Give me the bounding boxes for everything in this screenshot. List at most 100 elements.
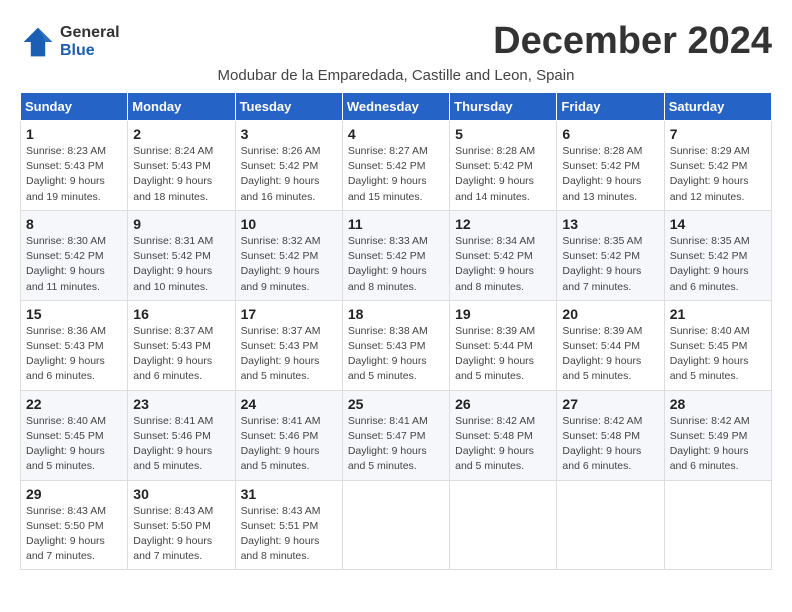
daylight-label: Daylight: 9 hours and 5 minutes. <box>348 355 427 382</box>
sunset-label: Sunset: 5:43 PM <box>133 160 211 172</box>
sunrise-label: Sunrise: 8:41 AM <box>241 415 321 427</box>
day-info: Sunrise: 8:35 AM Sunset: 5:42 PM Dayligh… <box>562 234 658 295</box>
day-number: 13 <box>562 216 658 232</box>
day-info: Sunrise: 8:38 AM Sunset: 5:43 PM Dayligh… <box>348 324 444 385</box>
calendar-cell: 24 Sunrise: 8:41 AM Sunset: 5:46 PM Dayl… <box>235 390 342 480</box>
sunset-label: Sunset: 5:42 PM <box>670 160 748 172</box>
daylight-label: Daylight: 9 hours and 7 minutes. <box>562 265 641 292</box>
day-number: 19 <box>455 306 551 322</box>
day-info: Sunrise: 8:40 AM Sunset: 5:45 PM Dayligh… <box>26 414 122 475</box>
calendar-cell: 8 Sunrise: 8:30 AM Sunset: 5:42 PM Dayli… <box>21 210 128 300</box>
day-info: Sunrise: 8:39 AM Sunset: 5:44 PM Dayligh… <box>455 324 551 385</box>
sunset-label: Sunset: 5:43 PM <box>241 340 319 352</box>
daylight-label: Daylight: 9 hours and 6 minutes. <box>670 265 749 292</box>
calendar-cell: 13 Sunrise: 8:35 AM Sunset: 5:42 PM Dayl… <box>557 210 664 300</box>
day-number: 26 <box>455 396 551 412</box>
sunrise-label: Sunrise: 8:26 AM <box>241 145 321 157</box>
day-info: Sunrise: 8:43 AM Sunset: 5:50 PM Dayligh… <box>26 504 122 565</box>
calendar-cell: 26 Sunrise: 8:42 AM Sunset: 5:48 PM Dayl… <box>450 390 557 480</box>
day-number: 6 <box>562 126 658 142</box>
daylight-label: Daylight: 9 hours and 6 minutes. <box>670 445 749 472</box>
sunset-label: Sunset: 5:43 PM <box>133 340 211 352</box>
sunset-label: Sunset: 5:46 PM <box>133 430 211 442</box>
sunset-label: Sunset: 5:42 PM <box>562 250 640 262</box>
day-info: Sunrise: 8:42 AM Sunset: 5:48 PM Dayligh… <box>455 414 551 475</box>
logo-text: General Blue <box>60 24 120 60</box>
calendar-cell: 19 Sunrise: 8:39 AM Sunset: 5:44 PM Dayl… <box>450 300 557 390</box>
day-info: Sunrise: 8:35 AM Sunset: 5:42 PM Dayligh… <box>670 234 766 295</box>
day-number: 27 <box>562 396 658 412</box>
daylight-label: Daylight: 9 hours and 5 minutes. <box>670 355 749 382</box>
day-number: 3 <box>241 126 337 142</box>
day-number: 11 <box>348 216 444 232</box>
calendar-cell: 20 Sunrise: 8:39 AM Sunset: 5:44 PM Dayl… <box>557 300 664 390</box>
sunset-label: Sunset: 5:47 PM <box>348 430 426 442</box>
sunset-label: Sunset: 5:43 PM <box>26 340 104 352</box>
calendar-cell: 28 Sunrise: 8:42 AM Sunset: 5:49 PM Dayl… <box>664 390 771 480</box>
day-info: Sunrise: 8:42 AM Sunset: 5:48 PM Dayligh… <box>562 414 658 475</box>
day-number: 14 <box>670 216 766 232</box>
calendar-cell: 14 Sunrise: 8:35 AM Sunset: 5:42 PM Dayl… <box>664 210 771 300</box>
day-info: Sunrise: 8:43 AM Sunset: 5:51 PM Dayligh… <box>241 504 337 565</box>
daylight-label: Daylight: 9 hours and 6 minutes. <box>133 355 212 382</box>
calendar-cell: 18 Sunrise: 8:38 AM Sunset: 5:43 PM Dayl… <box>342 300 449 390</box>
sunset-label: Sunset: 5:50 PM <box>133 520 211 532</box>
daylight-label: Daylight: 9 hours and 12 minutes. <box>670 175 749 202</box>
daylight-label: Daylight: 9 hours and 5 minutes. <box>348 445 427 472</box>
daylight-label: Daylight: 9 hours and 5 minutes. <box>26 445 105 472</box>
calendar-cell: 31 Sunrise: 8:43 AM Sunset: 5:51 PM Dayl… <box>235 480 342 570</box>
day-info: Sunrise: 8:26 AM Sunset: 5:42 PM Dayligh… <box>241 144 337 205</box>
day-info: Sunrise: 8:28 AM Sunset: 5:42 PM Dayligh… <box>562 144 658 205</box>
day-info: Sunrise: 8:27 AM Sunset: 5:42 PM Dayligh… <box>348 144 444 205</box>
sunrise-label: Sunrise: 8:40 AM <box>670 325 750 337</box>
day-number: 2 <box>133 126 229 142</box>
sunrise-label: Sunrise: 8:37 AM <box>133 325 213 337</box>
sunset-label: Sunset: 5:48 PM <box>455 430 533 442</box>
day-info: Sunrise: 8:39 AM Sunset: 5:44 PM Dayligh… <box>562 324 658 385</box>
day-number: 16 <box>133 306 229 322</box>
sunrise-label: Sunrise: 8:42 AM <box>670 415 750 427</box>
sunrise-label: Sunrise: 8:23 AM <box>26 145 106 157</box>
sunrise-label: Sunrise: 8:30 AM <box>26 235 106 247</box>
calendar-cell: 9 Sunrise: 8:31 AM Sunset: 5:42 PM Dayli… <box>128 210 235 300</box>
day-number: 25 <box>348 396 444 412</box>
calendar-week-row: 29 Sunrise: 8:43 AM Sunset: 5:50 PM Dayl… <box>21 480 772 570</box>
page-container: General Blue December 2024 Modubar de la… <box>20 20 772 570</box>
sunset-label: Sunset: 5:44 PM <box>455 340 533 352</box>
calendar-week-row: 8 Sunrise: 8:30 AM Sunset: 5:42 PM Dayli… <box>21 210 772 300</box>
day-number: 31 <box>241 486 337 502</box>
day-info: Sunrise: 8:40 AM Sunset: 5:45 PM Dayligh… <box>670 324 766 385</box>
calendar-cell: 10 Sunrise: 8:32 AM Sunset: 5:42 PM Dayl… <box>235 210 342 300</box>
sunrise-label: Sunrise: 8:41 AM <box>348 415 428 427</box>
sunrise-label: Sunrise: 8:28 AM <box>455 145 535 157</box>
day-number: 5 <box>455 126 551 142</box>
sunset-label: Sunset: 5:42 PM <box>26 250 104 262</box>
sunrise-label: Sunrise: 8:35 AM <box>562 235 642 247</box>
weekday-header-wednesday: Wednesday <box>342 93 449 121</box>
sunset-label: Sunset: 5:51 PM <box>241 520 319 532</box>
sunrise-label: Sunrise: 8:40 AM <box>26 415 106 427</box>
daylight-label: Daylight: 9 hours and 6 minutes. <box>26 355 105 382</box>
logo-icon <box>20 24 56 60</box>
calendar-cell <box>342 480 449 570</box>
daylight-label: Daylight: 9 hours and 5 minutes. <box>241 355 320 382</box>
daylight-label: Daylight: 9 hours and 7 minutes. <box>133 535 212 562</box>
daylight-label: Daylight: 9 hours and 18 minutes. <box>133 175 212 202</box>
day-info: Sunrise: 8:31 AM Sunset: 5:42 PM Dayligh… <box>133 234 229 295</box>
sunrise-label: Sunrise: 8:34 AM <box>455 235 535 247</box>
subtitle: Modubar de la Emparedada, Castille and L… <box>20 67 772 84</box>
sunset-label: Sunset: 5:42 PM <box>133 250 211 262</box>
day-info: Sunrise: 8:29 AM Sunset: 5:42 PM Dayligh… <box>670 144 766 205</box>
sunrise-label: Sunrise: 8:37 AM <box>241 325 321 337</box>
day-number: 10 <box>241 216 337 232</box>
day-number: 24 <box>241 396 337 412</box>
day-number: 17 <box>241 306 337 322</box>
calendar-cell: 1 Sunrise: 8:23 AM Sunset: 5:43 PM Dayli… <box>21 121 128 211</box>
day-number: 23 <box>133 396 229 412</box>
weekday-header-tuesday: Tuesday <box>235 93 342 121</box>
daylight-label: Daylight: 9 hours and 13 minutes. <box>562 175 641 202</box>
logo: General Blue <box>20 24 120 60</box>
sunrise-label: Sunrise: 8:39 AM <box>562 325 642 337</box>
calendar-cell <box>450 480 557 570</box>
day-number: 1 <box>26 126 122 142</box>
